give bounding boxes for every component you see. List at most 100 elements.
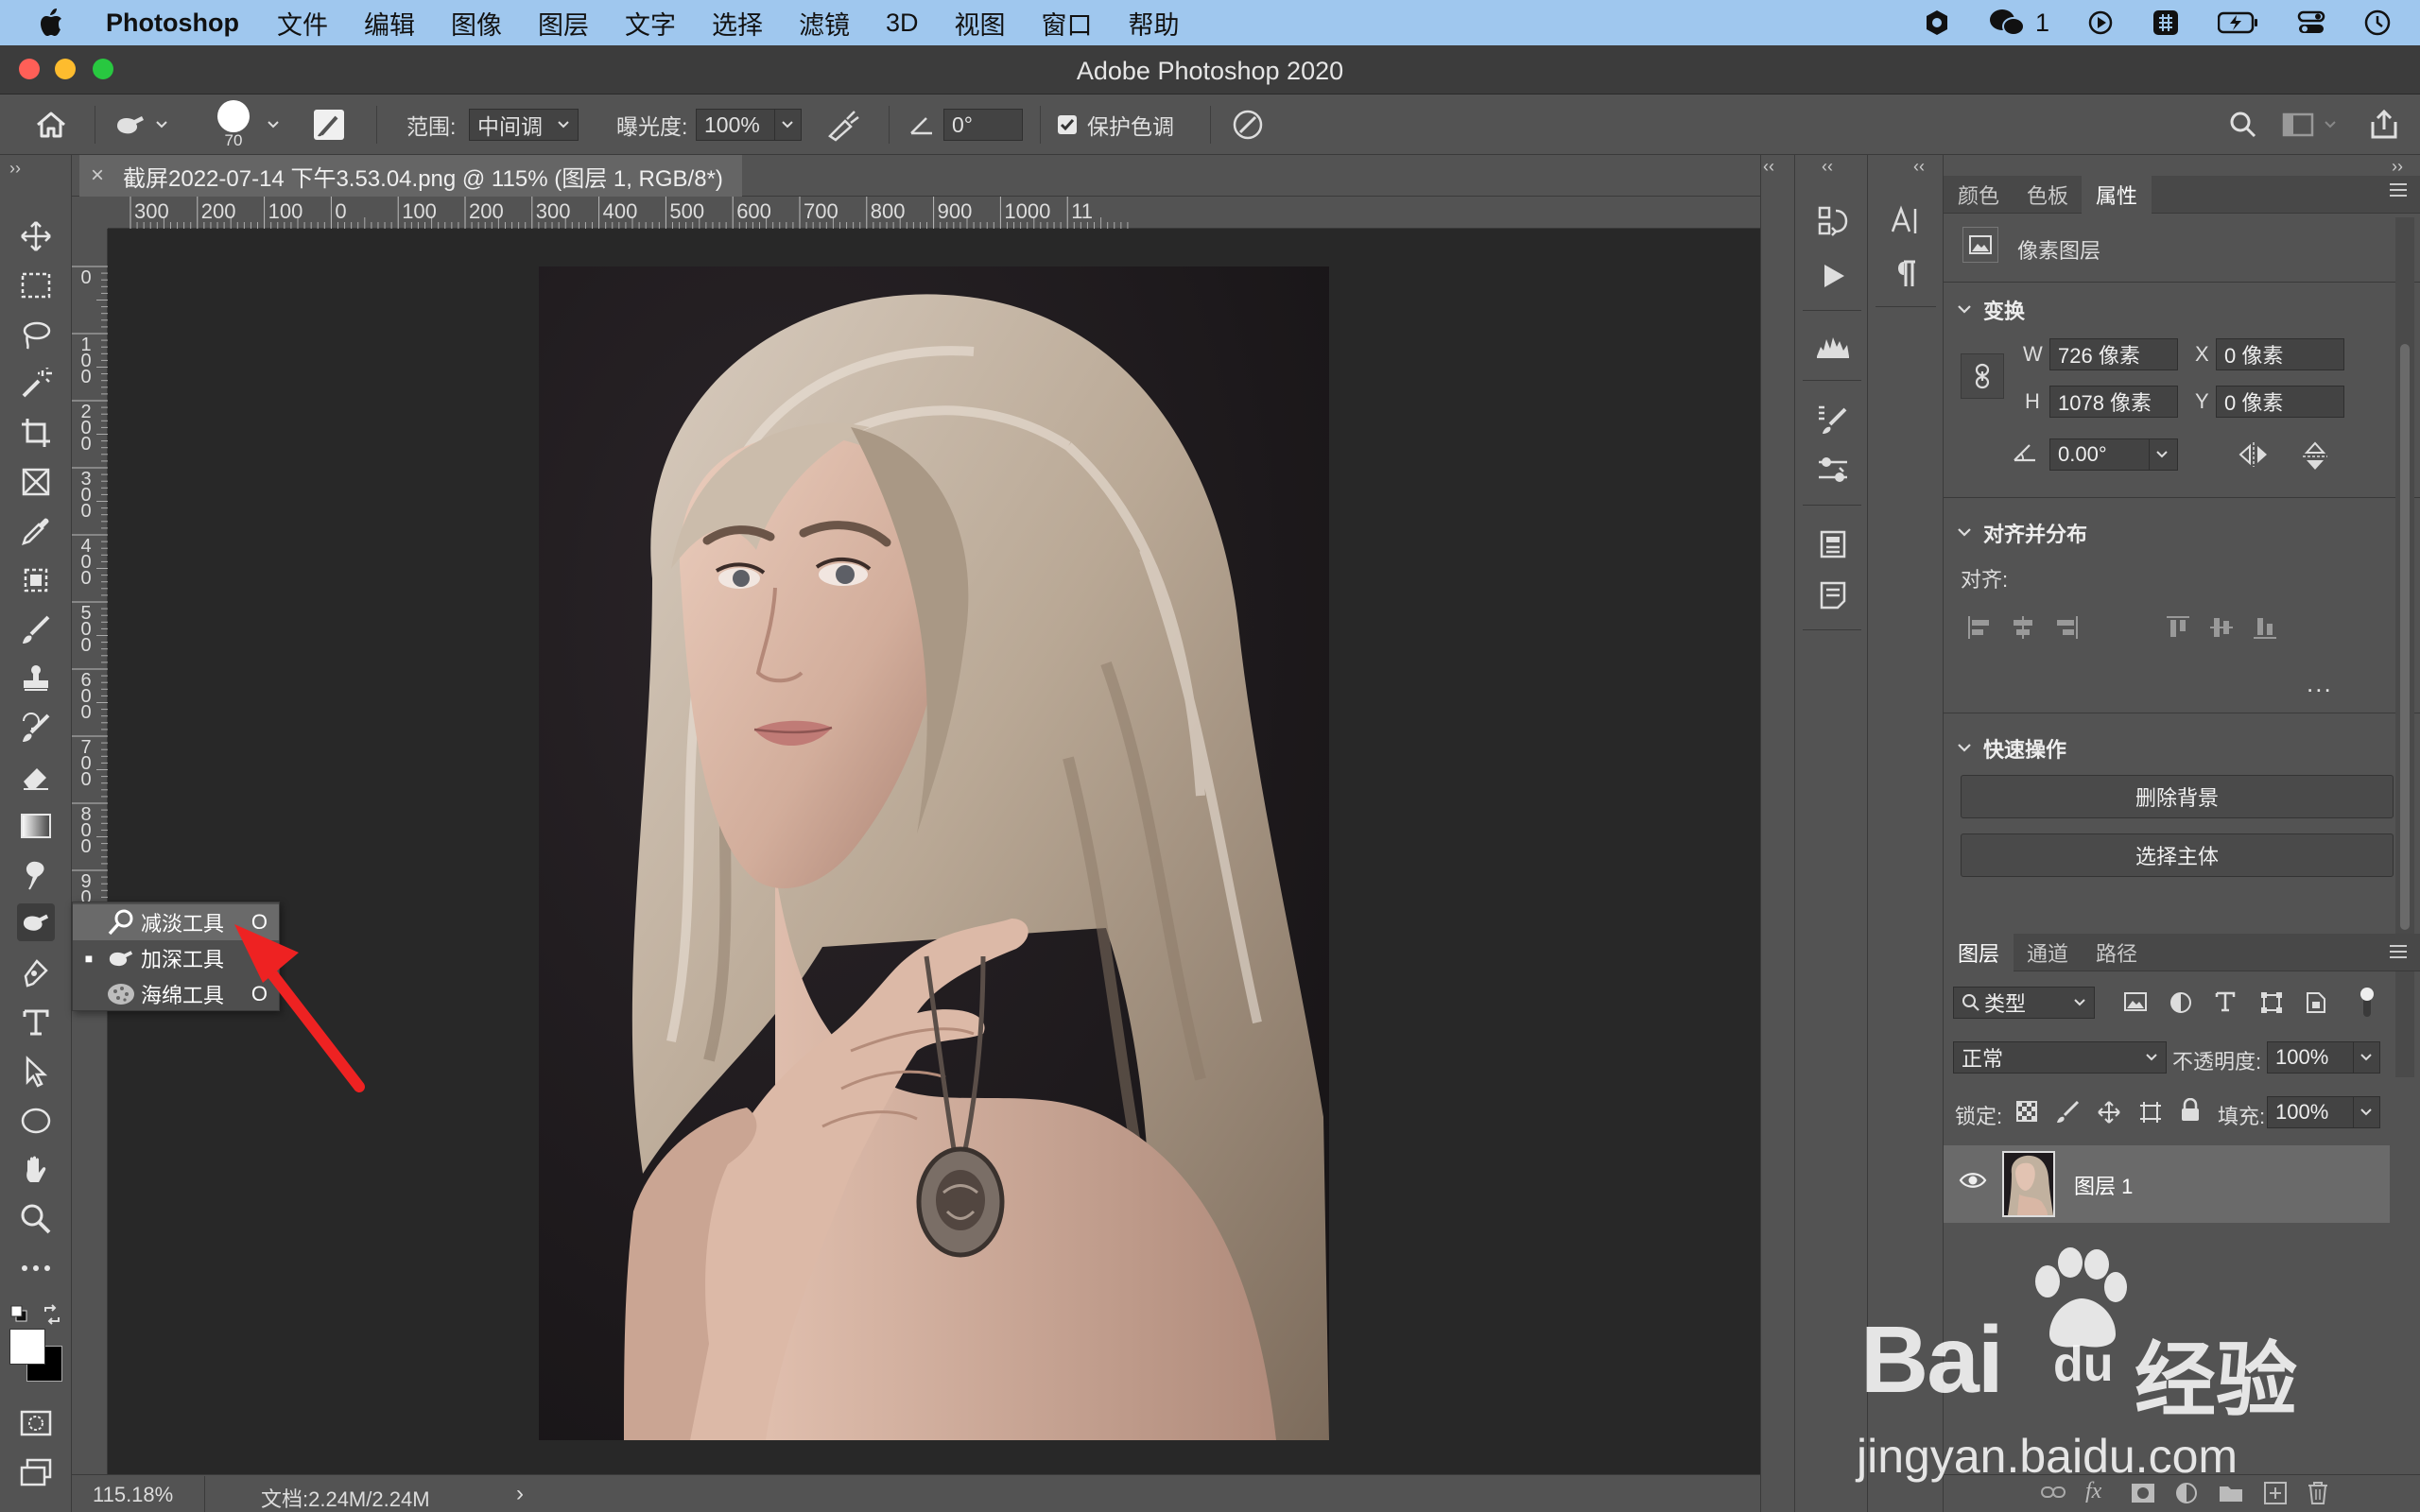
flip-horizontal-icon[interactable]	[2237, 440, 2271, 469]
collapse-left-strip-icon[interactable]: ‹‹	[1763, 157, 1774, 177]
document-tab[interactable]: × 截屏2022-07-14 下午3.53.04.png @ 115% (图层 …	[79, 155, 742, 197]
menu-image[interactable]: 图像	[451, 5, 502, 42]
frame-tool-icon[interactable]	[17, 463, 55, 501]
tab-properties[interactable]: 属性	[2082, 176, 2152, 214]
marquee-tool-icon[interactable]	[17, 266, 55, 304]
gradient-tool-icon[interactable]	[17, 807, 55, 845]
collapse-panels-icon[interactable]: ››	[2392, 157, 2403, 177]
wechat-icon[interactable]: 1	[1988, 8, 2049, 38]
tab-paths[interactable]: 路径	[2082, 934, 2152, 971]
lock-position-icon[interactable]	[2097, 1100, 2121, 1125]
height-input[interactable]: 1078 像素	[2049, 386, 2178, 418]
exposure-slider-toggle[interactable]	[775, 109, 802, 141]
character-panel-icon[interactable]	[1885, 200, 1927, 242]
status-app-icon[interactable]	[1924, 9, 1950, 37]
lock-image-pixels-icon[interactable]	[2055, 1100, 2080, 1125]
link-layers-icon[interactable]	[2040, 1483, 2066, 1502]
transform-section-header[interactable]: 变换	[1957, 295, 2025, 325]
select-subject-button[interactable]: 选择主体	[1961, 833, 2394, 877]
stamp-tool-icon[interactable]	[17, 660, 55, 697]
control-center-icon[interactable]	[2297, 10, 2325, 35]
menu-file[interactable]: 文件	[277, 5, 328, 42]
clock-icon[interactable]	[2363, 9, 2392, 37]
menu-layer[interactable]: 图层	[538, 5, 589, 42]
fill-input[interactable]: 100%	[2267, 1096, 2354, 1128]
fill-slider-toggle[interactable]	[2354, 1096, 2380, 1128]
rotate-angle-dropdown[interactable]	[2150, 438, 2178, 471]
exposure-input[interactable]: 100%	[696, 109, 775, 141]
histogram-panel-icon[interactable]	[1812, 325, 1854, 367]
menu-3d[interactable]: 3D	[886, 9, 919, 38]
filter-toggle-switch[interactable]	[2360, 987, 2375, 1019]
flip-vertical-icon[interactable]	[2301, 440, 2329, 472]
opacity-input[interactable]: 100%	[2267, 1041, 2354, 1074]
properties-scrollbar-thumb[interactable]	[2400, 344, 2410, 930]
more-tools-icon[interactable]	[17, 1249, 55, 1287]
layer-row[interactable]: 图层 1	[1944, 1145, 2390, 1223]
horizontal-ruler[interactable]: 300 200 100 0 100 200 300 400 500 600 700 800 900 100…	[108, 197, 1760, 229]
quick-mask-icon[interactable]	[17, 1404, 55, 1442]
status-menu-arrow[interactable]: ›	[516, 1481, 524, 1507]
new-adjustment-layer-icon[interactable]	[2174, 1481, 2199, 1505]
libraries-panel-icon[interactable]	[1812, 524, 1854, 565]
smudge-tool-icon[interactable]	[17, 856, 55, 894]
brush-settings-panel-icon[interactable]	[1812, 399, 1854, 440]
tab-color[interactable]: 颜色	[1944, 176, 2014, 214]
align-left-edges-icon[interactable]	[1966, 614, 1993, 641]
menu-edit[interactable]: 编辑	[364, 5, 415, 42]
align-top-edges-icon[interactable]	[2165, 614, 2191, 641]
menu-select[interactable]: 选择	[712, 5, 763, 42]
pen-tool-icon[interactable]	[17, 954, 55, 992]
lock-all-icon[interactable]	[2180, 1098, 2201, 1123]
history-brush-tool-icon[interactable]	[17, 709, 55, 747]
align-right-edges-icon[interactable]	[2053, 614, 2080, 641]
magic-wand-tool-icon[interactable]	[17, 365, 55, 403]
search-icon[interactable]	[2229, 94, 2257, 155]
lock-artboard-icon[interactable]	[2138, 1100, 2163, 1125]
add-mask-icon[interactable]	[2131, 1483, 2155, 1503]
canvas-area[interactable]	[108, 229, 1760, 1474]
close-document-icon[interactable]: ×	[91, 163, 104, 189]
lasso-tool-icon[interactable]	[17, 316, 55, 353]
share-icon[interactable]	[2369, 94, 2399, 155]
eyedropper-tool-icon[interactable]	[17, 512, 55, 550]
properties-panel-menu-icon[interactable]	[2388, 181, 2409, 198]
opacity-slider-toggle[interactable]	[2354, 1041, 2380, 1074]
brush-picker[interactable]: 70	[217, 94, 250, 155]
filter-shape-layers-icon[interactable]	[2259, 990, 2284, 1015]
play-circle-icon[interactable]	[2087, 9, 2114, 36]
x-input[interactable]: 0 像素	[2216, 338, 2344, 370]
align-bottom-edges-icon[interactable]	[2252, 614, 2278, 641]
hand-tool-icon[interactable]	[17, 1151, 55, 1189]
collapse-strip1-icon[interactable]: ‹‹	[1822, 157, 1833, 177]
move-tool-icon[interactable]	[17, 217, 55, 255]
default-colors-icon[interactable]	[9, 1304, 28, 1323]
adjustments-panel-icon[interactable]	[1812, 450, 1854, 491]
layer-visibility-eye-icon[interactable]	[1959, 1170, 1987, 1191]
input-method-icon[interactable]	[2152, 9, 2180, 37]
crop-tool-icon[interactable]	[17, 414, 55, 452]
ruler-corner[interactable]	[72, 197, 108, 229]
burn-tool-icon[interactable]	[17, 903, 55, 941]
airbrush-button[interactable]	[824, 94, 862, 155]
menu-help[interactable]: 帮助	[1129, 5, 1180, 42]
blend-mode-select[interactable]: 正常	[1953, 1041, 2167, 1074]
layer-name[interactable]: 图层 1	[2074, 1170, 2133, 1200]
link-dimensions-button[interactable]	[1961, 353, 2004, 399]
protect-tones-checkbox[interactable]: 保护色调	[1057, 94, 1174, 155]
menu-view[interactable]: 视图	[955, 5, 1006, 42]
zoom-level[interactable]: 115.18%	[93, 1483, 173, 1507]
range-select[interactable]: 中间调	[469, 109, 579, 141]
menu-filter[interactable]: 滤镜	[799, 5, 850, 42]
pressure-size-button[interactable]	[1231, 94, 1265, 155]
home-button[interactable]	[34, 94, 68, 155]
width-input[interactable]: 726 像素	[2049, 338, 2178, 370]
tab-channels[interactable]: 通道	[2014, 934, 2082, 971]
filter-smart-objects-icon[interactable]	[2305, 990, 2327, 1015]
quick-actions-section-header[interactable]: 快速操作	[1957, 733, 2066, 764]
eraser-tool-icon[interactable]	[17, 758, 55, 796]
brush-settings-button[interactable]	[312, 94, 346, 155]
vertical-ruler[interactable]: 01002003004005006007008009001000	[72, 229, 108, 1474]
tool-preset-picker[interactable]	[113, 94, 168, 155]
angle-input[interactable]: 0°	[943, 109, 1023, 141]
